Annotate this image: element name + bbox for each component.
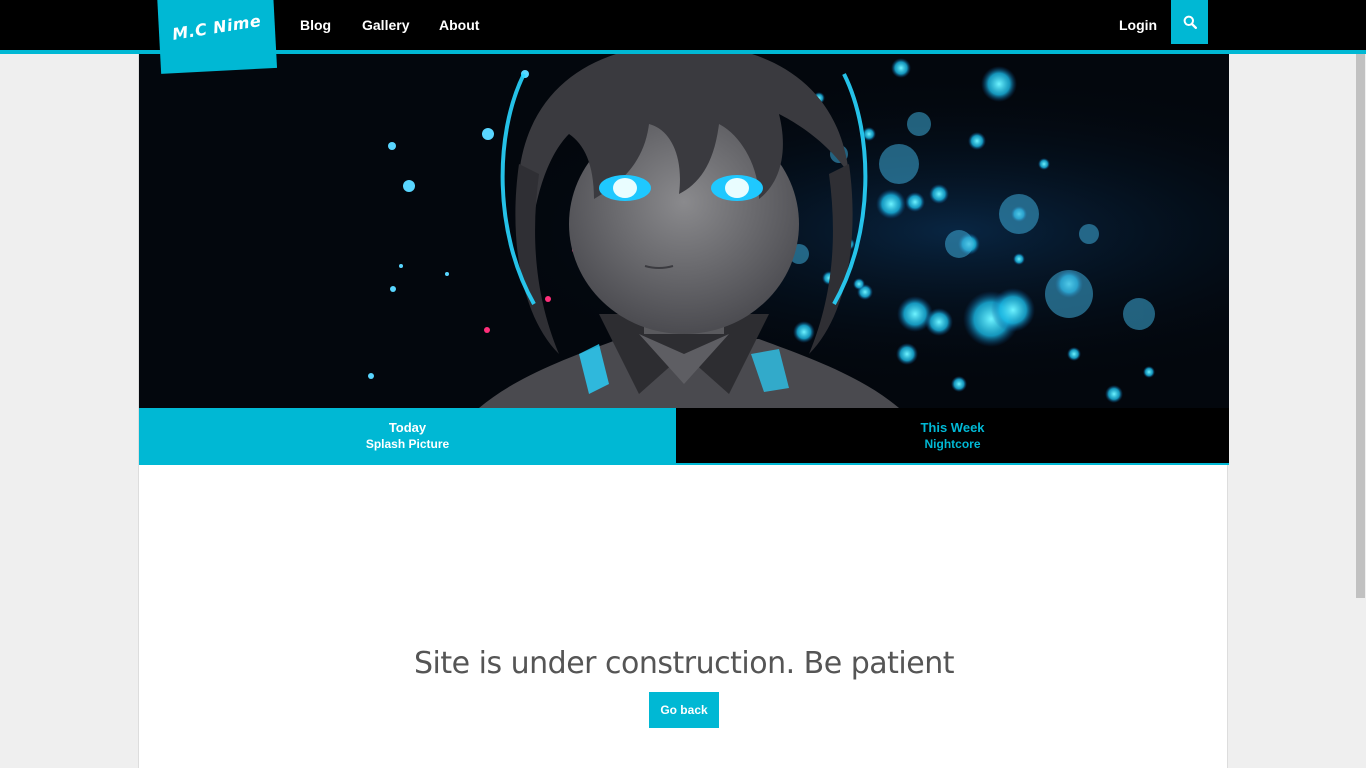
logo-text: M.C Nime bbox=[171, 10, 263, 44]
go-back-button[interactable]: Go back bbox=[649, 692, 719, 728]
search-button[interactable] bbox=[1171, 0, 1208, 44]
tab-week-subtitle: Nightcore bbox=[924, 436, 981, 451]
login-link[interactable]: Login bbox=[1119, 17, 1157, 33]
tab-this-week[interactable]: This Week Nightcore bbox=[676, 408, 1229, 463]
site-logo[interactable]: M.C Nime bbox=[157, 0, 278, 74]
tab-today[interactable]: Today Splash Picture bbox=[139, 408, 676, 463]
featured-tabs: Today Splash Picture This Week Nightcore bbox=[139, 408, 1229, 465]
search-icon bbox=[1183, 15, 1197, 29]
hero-banner-image bbox=[139, 54, 1229, 408]
nav-blog-link[interactable]: Blog bbox=[300, 17, 331, 33]
tab-today-subtitle: Splash Picture bbox=[365, 436, 450, 451]
anime-splash-illustration bbox=[139, 54, 1229, 408]
page-scrollbar-thumb[interactable] bbox=[1356, 54, 1365, 598]
nav-gallery-link[interactable]: Gallery bbox=[362, 17, 409, 33]
nav-about-link[interactable]: About bbox=[439, 17, 479, 33]
tab-today-title: Today bbox=[388, 419, 427, 435]
main-content: Today Splash Picture This Week Nightcore… bbox=[138, 54, 1229, 768]
construction-message: Site is under construction. Be patient bbox=[414, 646, 955, 681]
tab-week-title: This Week bbox=[920, 419, 985, 435]
